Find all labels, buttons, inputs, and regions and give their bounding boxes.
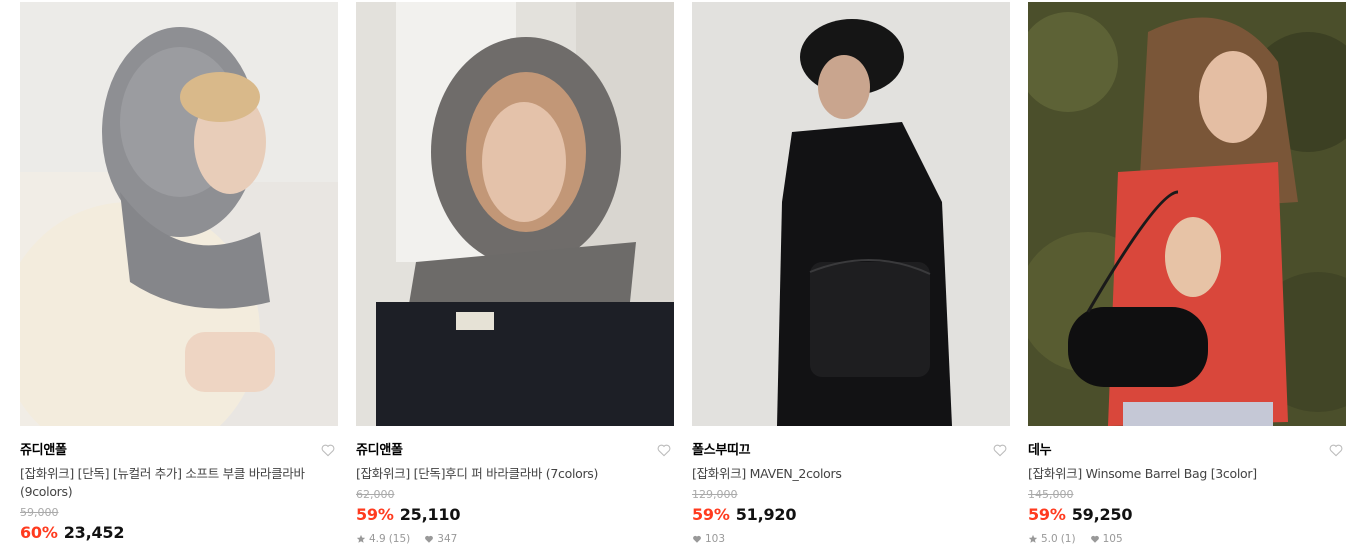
sale-price: 51,920 (735, 505, 797, 524)
likes-count: 105 (1102, 533, 1123, 545)
discount-rate: 59% (356, 505, 394, 524)
brand-name[interactable]: 데누 (1028, 442, 1346, 459)
product-card[interactable]: 쥬디앤폴 [잡화위크] [단독]후디 퍼 바라클라바 (7colors) 62,… (356, 2, 674, 546)
product-card[interactable]: 폴스부띠끄 [잡화위크] MAVEN_2colors 129,000 59% 51… (692, 2, 1010, 546)
discount-rate: 59% (1028, 505, 1066, 524)
discount-rate: 60% (20, 523, 58, 542)
price-row: 60% 23,452 (20, 522, 338, 544)
product-title[interactable]: [잡화위크] [단독] [뉴컬러 추가] 소프트 부클 바라클라바 (9colo… (20, 465, 338, 501)
likes-count: 347 (437, 533, 458, 545)
review-summary: 103 (692, 532, 1010, 546)
product-card[interactable]: 데누 [잡화위크] Winsome Barrel Bag [3color] 14… (1028, 2, 1346, 546)
discount-rate: 59% (692, 505, 730, 524)
product-image[interactable] (1028, 2, 1346, 426)
star-icon (356, 534, 366, 544)
wishlist-heart-icon[interactable] (656, 442, 672, 458)
likes-count: 103 (705, 533, 726, 545)
original-price: 129,000 (692, 488, 738, 501)
price-row: 59% 25,110 (356, 504, 674, 526)
brand-name[interactable]: 쥬디앤폴 (356, 442, 674, 459)
original-price: 62,000 (356, 488, 395, 501)
review-count: (1) (1060, 533, 1076, 545)
likes-heart-icon (424, 534, 434, 544)
likes-heart-icon (1090, 534, 1100, 544)
wishlist-heart-icon[interactable] (992, 442, 1008, 458)
rating-value: 5.0 (1041, 533, 1058, 545)
product-image[interactable] (692, 2, 1010, 426)
wishlist-heart-icon[interactable] (320, 442, 336, 458)
sale-price: 59,250 (1071, 505, 1133, 524)
original-price: 59,000 (20, 506, 59, 519)
product-title[interactable]: [잡화위크] [단독]후디 퍼 바라클라바 (7colors) (356, 465, 674, 483)
review-summary: 4.9 (15) 347 (356, 532, 674, 546)
product-grid: 쥬디앤폴 [잡화위크] [단독] [뉴컬러 추가] 소프트 부클 바라클라바 (… (0, 0, 1350, 550)
brand-name[interactable]: 쥬디앤폴 (20, 442, 338, 459)
likes-heart-icon (692, 534, 702, 544)
price-row: 59% 59,250 (1028, 504, 1346, 526)
product-image[interactable] (356, 2, 674, 426)
sale-price: 25,110 (399, 505, 461, 524)
original-price: 145,000 (1028, 488, 1074, 501)
wishlist-heart-icon[interactable] (1328, 442, 1344, 458)
review-count: (15) (388, 533, 411, 545)
product-image[interactable] (20, 2, 338, 426)
product-card[interactable]: 쥬디앤폴 [잡화위크] [단독] [뉴컬러 추가] 소프트 부클 바라클라바 (… (20, 2, 338, 544)
star-icon (1028, 534, 1038, 544)
brand-name[interactable]: 폴스부띠끄 (692, 442, 1010, 459)
product-title[interactable]: [잡화위크] MAVEN_2colors (692, 465, 1010, 483)
price-row: 59% 51,920 (692, 504, 1010, 526)
sale-price: 23,452 (63, 523, 125, 542)
review-summary: 5.0 (1) 105 (1028, 532, 1346, 546)
product-title[interactable]: [잡화위크] Winsome Barrel Bag [3color] (1028, 465, 1346, 483)
rating-value: 4.9 (369, 533, 386, 545)
